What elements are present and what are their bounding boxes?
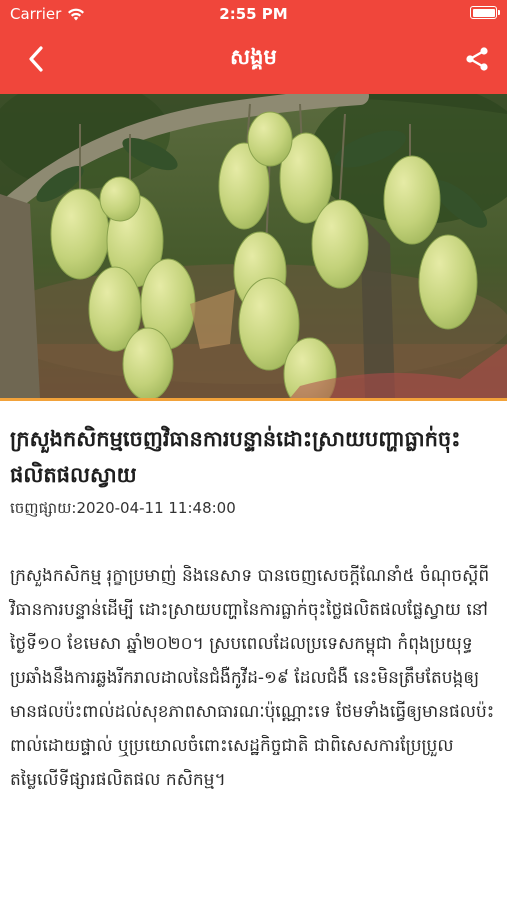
status-bar: Carrier 2:55 PM [0,0,507,28]
status-time: 2:55 PM [219,5,288,23]
article-paragraph: ក្រសួងកសិកម្ម រុក្ខាប្រមាញ់ និងនេសាទ បាន… [10,566,495,790]
share-icon [466,47,488,71]
article-headline: ក្រសួងកសិកម្មចេញវិធានការបន្ទាន់ដោះស្រាយប… [10,427,461,487]
mango-tree-photo [0,94,507,398]
page-title: សង្គម [230,45,277,69]
article-body: ក្រសួងកសិកម្ម រុក្ខាប្រមាញ់ និងនេសាទ បាន… [10,559,497,797]
publish-info: ចេញផ្សាយ:2020-04-11 11:48:00 [10,499,497,521]
share-button[interactable] [461,43,493,75]
publish-date: 2020-04-11 11:48:00 [76,499,236,517]
publish-label: ចេញផ្សាយ: [10,499,77,517]
battery-icon [470,6,500,19]
nav-bar: សង្គម [0,28,507,94]
article-image [0,94,507,398]
header: Carrier 2:55 PM សង្គម [0,0,507,94]
article-content: ក្រសួងកសិកម្មចេញវិធានការបន្ទាន់ដោះស្រាយប… [0,401,507,827]
